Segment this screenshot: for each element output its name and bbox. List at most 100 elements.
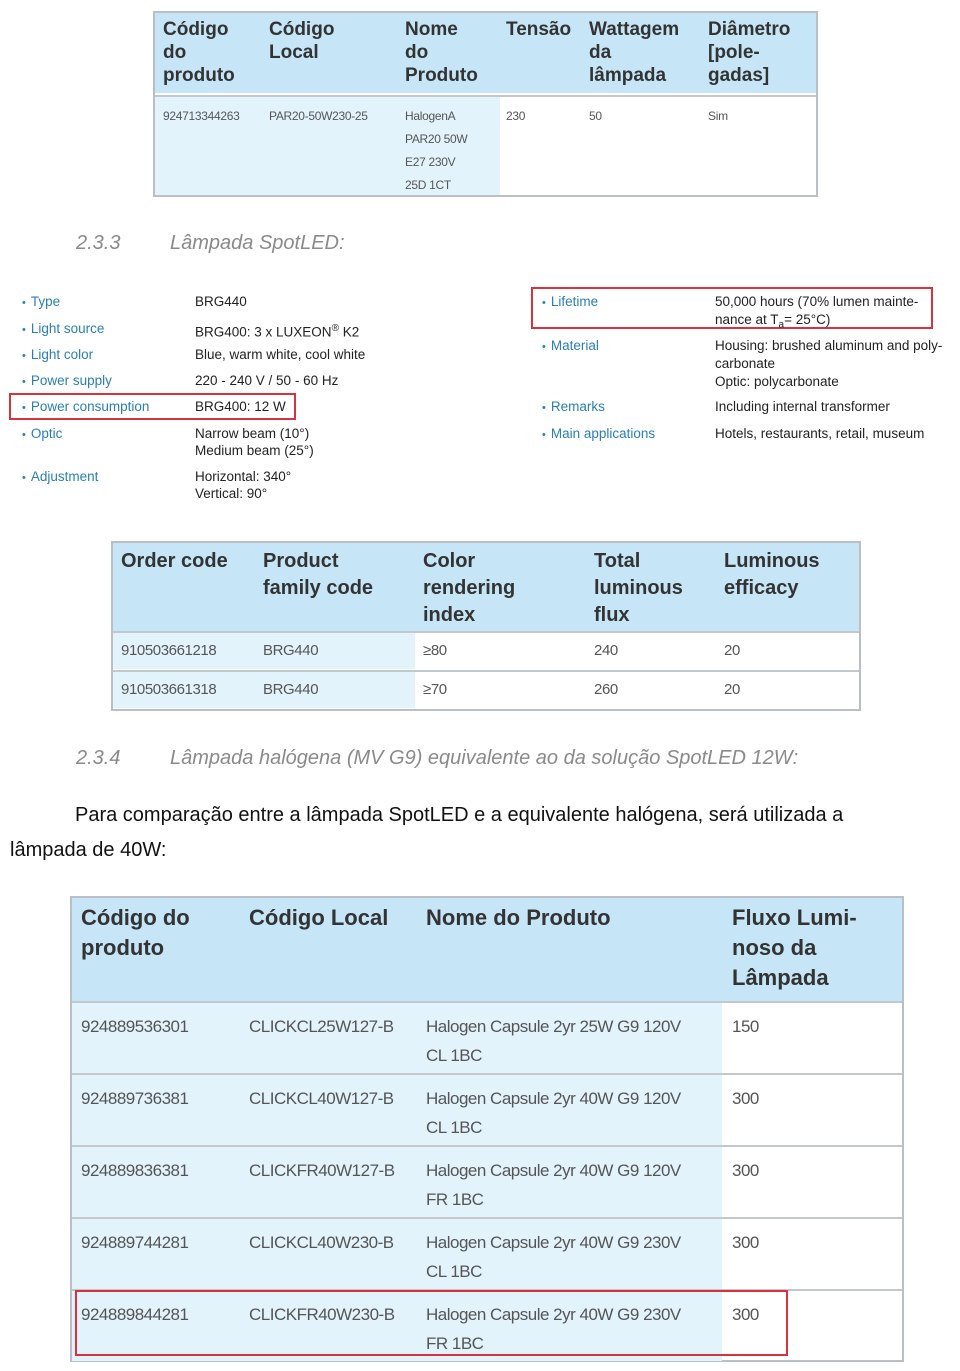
header-line: lâmpada	[589, 65, 667, 86]
cell-codigo: 924889536301	[81, 1017, 189, 1036]
header-line: produto	[81, 935, 165, 960]
header-fluxo-luminoso: Fluxo Lumi- noso da Lâmpada	[732, 903, 857, 993]
spec-value-light-color: Blue, warm white, cool white	[195, 347, 366, 362]
header-line: Product	[263, 550, 339, 572]
cell-fluxo: 300	[732, 1161, 759, 1180]
cell-order-code: 910503661318	[121, 681, 217, 698]
cell-line: E27 230V	[405, 155, 456, 169]
spec-value-light-source: BRG400: 3 x LUXEON® K2	[195, 323, 360, 340]
header-line: Color	[423, 550, 476, 572]
header-line: Lâmpada	[732, 965, 829, 990]
spec-value-optic-1: Narrow beam (10°)	[195, 426, 310, 441]
cell-efficacy: 20	[724, 681, 740, 698]
spec-label-light-source: Light source	[22, 320, 105, 339]
cell-line: CL 1BC	[426, 1118, 482, 1137]
spec-value-adjustment-1: Horizontal: 340°	[195, 469, 292, 484]
cell-codigo: 924889836381	[81, 1161, 189, 1180]
cell-order-code: 910503661218	[121, 642, 217, 659]
cell-wattagem: 50	[589, 109, 602, 123]
header-line: Código Local	[249, 905, 389, 930]
cell-codigo-produto: 924713344263	[163, 109, 240, 123]
header-line: efficacy	[724, 577, 799, 599]
spec-label-power-supply: Power supply	[22, 372, 112, 391]
header-line: Produto	[405, 65, 478, 86]
spec-value-material-1: Housing: brushed aluminum and poly-	[715, 338, 943, 353]
header-nome-produto: Nome do Produto	[405, 18, 478, 87]
paragraph-line-1: Para comparação entre a lâmpada SpotLED …	[75, 804, 844, 826]
header-wattagem: Wattagem da lâmpada	[589, 18, 679, 87]
cell-codigo-local: PAR20-50W230-25	[269, 109, 368, 123]
table-row: 924889736381 CLICKCL40W127-B Halogen Cap…	[72, 1073, 902, 1145]
cell-flux: 260	[594, 681, 618, 698]
header-nome-produto: Nome do Produto	[426, 903, 611, 933]
cell-fluxo: 300	[732, 1089, 759, 1108]
cell-nome: Halogen Capsule 2yr 40W G9 120V FR 1BC	[426, 1156, 681, 1214]
header-line: do	[163, 42, 187, 63]
header-line: noso da	[732, 935, 817, 960]
header-codigo-local: Código Local	[269, 18, 334, 64]
cell-line: Halogen Capsule 2yr 40W G9 120V	[426, 1161, 681, 1180]
table-row: 924889536301 CLICKCL25W127-B Halogen Cap…	[72, 1001, 902, 1073]
cell-line: Halogen Capsule 2yr 40W G9 230V	[426, 1233, 681, 1252]
section-number: 2.3.3	[76, 232, 121, 254]
header-luminous-efficacy: Luminous efficacy	[724, 548, 820, 602]
header-line: luminous	[594, 577, 683, 599]
header-line: Tensão	[506, 19, 572, 40]
header-tensao: Tensão	[506, 18, 571, 41]
header-line: Wattagem	[589, 19, 680, 40]
header-line: do	[405, 42, 429, 63]
cell-local: CLICKCL40W127-B	[249, 1089, 394, 1108]
cell-line: PAR20 50W	[405, 132, 468, 146]
section-title: Lâmpada SpotLED:	[170, 232, 345, 254]
par20-product-table: Código do produto Código Local Nome do P…	[153, 11, 818, 197]
header-line: Luminous	[724, 550, 820, 572]
cell-nome-produto: HalogenA PAR20 50W E27 230V 25D 1CT	[405, 105, 468, 197]
cell-diametro: Sim	[708, 109, 728, 123]
header-order-code: Order code	[121, 548, 228, 575]
cell-codigo: 924889744281	[81, 1233, 189, 1252]
spec-label-type: Type	[22, 293, 60, 312]
header-line: rendering	[423, 577, 516, 599]
header-line: Código do	[81, 905, 190, 930]
cell-tensao: 230	[506, 109, 526, 123]
header-product-family-code: Product family code	[263, 548, 373, 602]
highlight-box-selected-halogen	[75, 1290, 788, 1356]
section-title: Lâmpada halógena (MV G9) equivalente ao …	[170, 747, 799, 769]
spec-label-adjustment: Adjustment	[22, 468, 99, 487]
header-total-luminous-flux: Total luminous flux	[594, 548, 683, 629]
header-line: index	[423, 604, 476, 626]
cell-line: CL 1BC	[426, 1262, 482, 1281]
header-line: [pole-	[708, 42, 760, 63]
cell-local: CLICKCL25W127-B	[249, 1017, 394, 1036]
table-row: 910503661218 BRG440 ≥80 240 20	[113, 631, 859, 669]
header-line: Código	[269, 19, 335, 40]
spec-value-material-2: carbonate	[715, 356, 776, 371]
spec-label-material: Material	[542, 337, 599, 356]
header-codigo-produto: Código do produto	[81, 903, 190, 963]
cell-line: FR 1BC	[426, 1190, 484, 1209]
table-row: 924889744281 CLICKCL40W230-B Halogen Cap…	[72, 1217, 902, 1289]
section-number: 2.3.4	[76, 747, 121, 769]
header-line: Total	[594, 550, 641, 572]
cell-line: CL 1BC	[426, 1046, 482, 1065]
cell-nome: Halogen Capsule 2yr 40W G9 230V CL 1BC	[426, 1228, 681, 1286]
cell-family-code: BRG440	[263, 642, 319, 659]
table-header: Código do produto Código Local Nome do P…	[155, 13, 816, 93]
cell-local: CLICKCL40W230-B	[249, 1233, 394, 1252]
header-line: flux	[594, 604, 630, 626]
header-line: family code	[263, 577, 374, 599]
header-codigo-produto: Código do produto	[163, 18, 235, 87]
header-line: Local	[269, 42, 319, 63]
header-line: Order code	[121, 550, 228, 572]
header-line: produto	[163, 65, 235, 86]
header-color-rendering-index: Color rendering index	[423, 548, 515, 629]
spec-value-lifetime-2: nance at Ta= 25°C)	[715, 312, 831, 331]
section-heading-2-3-3: 2.3.3 Lâmpada SpotLED:	[76, 232, 345, 255]
cell-nome: Halogen Capsule 2yr 40W G9 120V CL 1BC	[426, 1084, 681, 1142]
cell-cri: ≥70	[423, 681, 447, 698]
spotled-order-table: Order code Product family code Color ren…	[111, 541, 861, 711]
header-codigo-local: Código Local	[249, 903, 388, 933]
cell-fluxo: 150	[732, 1017, 759, 1036]
cell-line: 25D 1CT	[405, 178, 451, 192]
spec-label-main-applications: Main applications	[542, 425, 655, 444]
